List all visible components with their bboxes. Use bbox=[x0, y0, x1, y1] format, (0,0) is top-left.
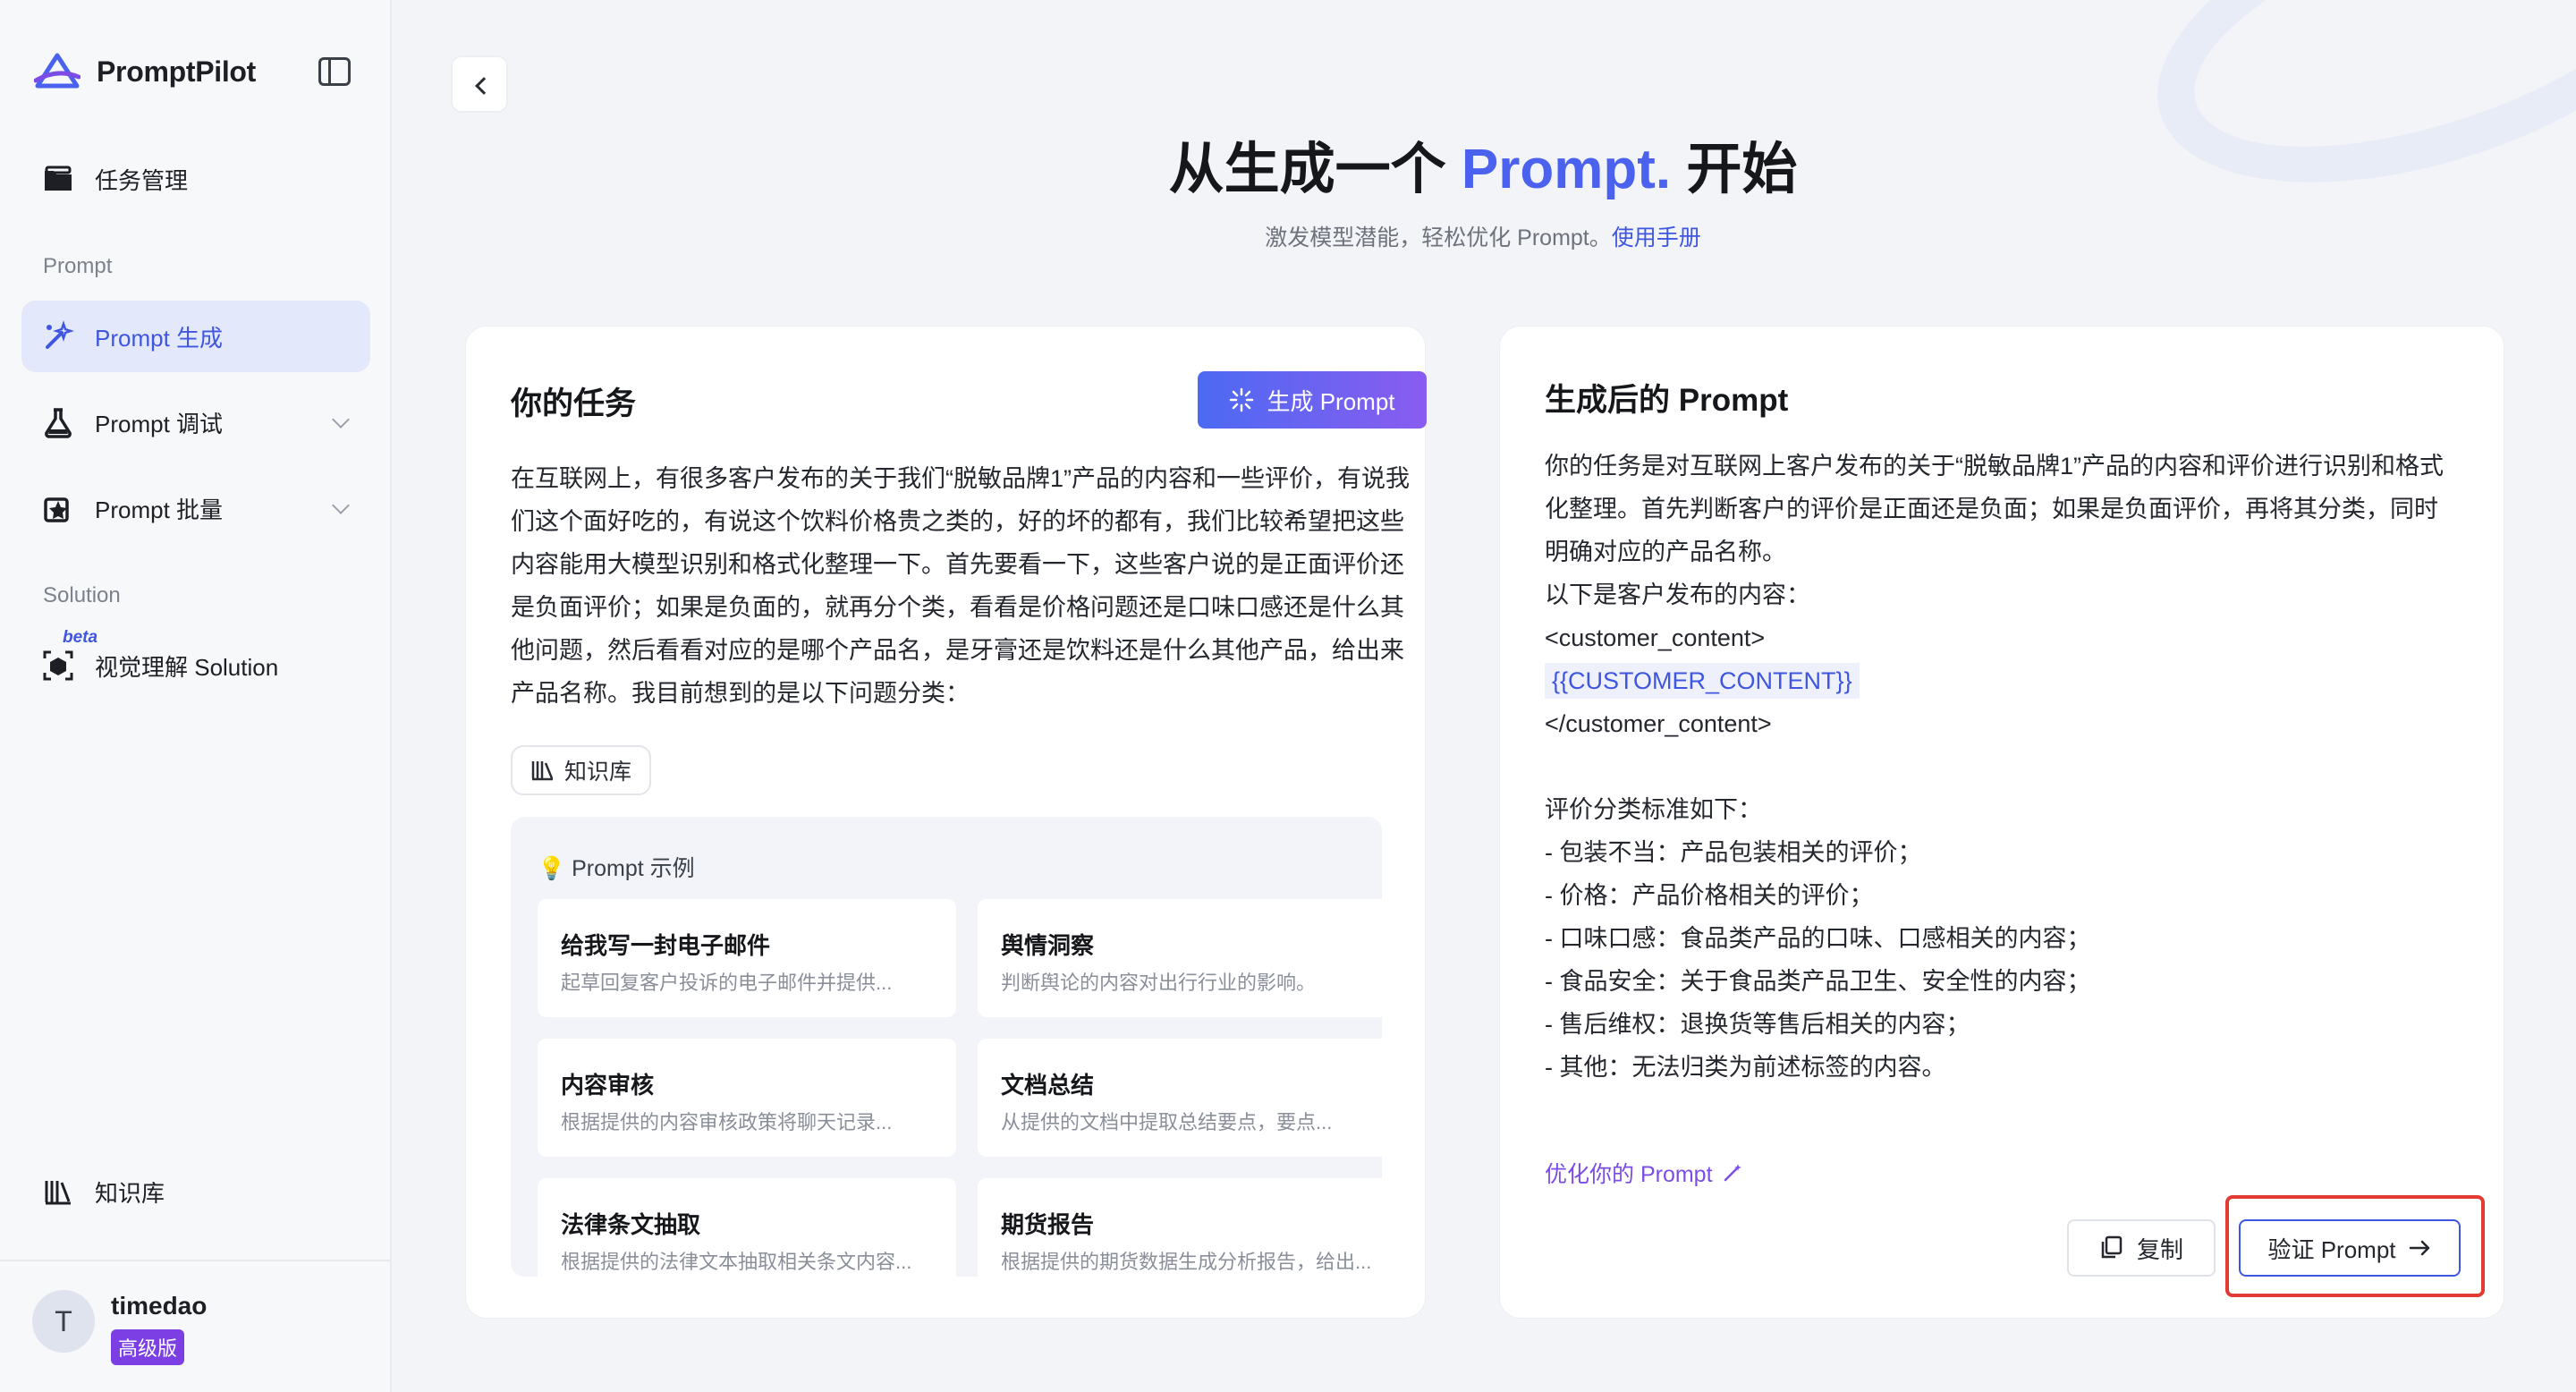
section-label-solution: Solution bbox=[43, 583, 121, 607]
sidebar-item-label: Prompt 批量 bbox=[95, 496, 224, 523]
user-profile[interactable]: T timedao 高级版 bbox=[0, 1260, 390, 1392]
page-title: 从生成一个 Prompt. 开始 bbox=[1168, 139, 1798, 200]
avatar[interactable]: T bbox=[32, 1290, 95, 1353]
page-subtitle: 激发模型潜能，轻松优化 Prompt。使用手册 bbox=[1265, 225, 1701, 250]
sidebar-item-label: Prompt 调试 bbox=[95, 410, 224, 437]
scan-cube-icon bbox=[41, 649, 75, 683]
copy-button[interactable]: 复制 bbox=[2067, 1219, 2216, 1277]
generate-prompt-button[interactable]: 生成 Prompt bbox=[1198, 371, 1427, 429]
prompt-examples: 💡 Prompt 示例 给我写一封电子邮件 起草回复客户投诉的电子邮件并提供..… bbox=[511, 817, 1382, 1277]
sidebar-item-prompt-debug[interactable]: Prompt 调试 bbox=[21, 386, 370, 458]
promptpilot-logo-icon bbox=[34, 53, 80, 89]
brand[interactable]: PromptPilot bbox=[34, 50, 256, 93]
sidebar-item-visual-solution[interactable]: 视觉理解 Solution bbox=[21, 630, 370, 701]
sidebar-collapse-icon[interactable] bbox=[318, 57, 351, 86]
sidebar-item-prompt-generate[interactable]: Prompt 生成 bbox=[21, 301, 370, 372]
example-card[interactable]: 文档总结 从提供的文档中提取总结要点，要点... bbox=[978, 1039, 1382, 1157]
user-manual-link[interactable]: 使用手册 bbox=[1612, 225, 1701, 250]
knowledge-base-button[interactable]: 知识库 bbox=[511, 745, 652, 795]
sparkle-wand-icon bbox=[41, 319, 75, 353]
chevron-down-icon bbox=[332, 411, 350, 429]
library-icon bbox=[41, 1175, 75, 1209]
example-card[interactable]: 期货报告 根据提供的期货数据生成分析报告，给出... bbox=[978, 1178, 1382, 1277]
examples-title: 💡 Prompt 示例 bbox=[538, 856, 695, 881]
decorative-ring bbox=[2119, 0, 2576, 243]
library-icon bbox=[531, 761, 554, 781]
example-card[interactable]: 内容审核 根据提供的内容审核政策将聊天记录... bbox=[538, 1039, 956, 1157]
variable-tag: {{CUSTOMER_CONTENT}} bbox=[1545, 663, 1860, 699]
section-label-prompt: Prompt bbox=[43, 254, 113, 278]
back-button[interactable] bbox=[451, 55, 508, 113]
optimize-prompt-link[interactable]: 优化你的 Prompt bbox=[1545, 1157, 1743, 1189]
plan-badge: 高级版 bbox=[111, 1329, 185, 1365]
sidebar-item-label: 视觉理解 Solution bbox=[95, 653, 279, 681]
task-input[interactable]: 在互联网上，有很多客户发布的关于我们“脱敏品牌1”产品的内容和一些评价，有说我们… bbox=[511, 457, 1414, 715]
example-card[interactable]: 法律条文抽取 根据提供的法律文本抽取相关条文内容... bbox=[538, 1178, 956, 1277]
generated-prompt[interactable]: 你的任务是对互联网上客户发布的关于“脱敏品牌1”产品的内容和评价进行识别和格式化… bbox=[1545, 445, 2457, 1089]
sidebar-item-prompt-batch[interactable]: Prompt 批量 bbox=[21, 472, 370, 544]
annotation-highlight-box bbox=[2225, 1195, 2485, 1297]
sidebar-item-label: 知识库 bbox=[95, 1179, 165, 1207]
sidebar: PromptPilot 任务管理 Prompt Prompt 生成 Prompt… bbox=[0, 0, 392, 1392]
sidebar-item-knowledge-base[interactable]: 知识库 bbox=[21, 1156, 370, 1227]
example-card[interactable]: 舆情洞察 判断舆论的内容对出行行业的影响。 bbox=[978, 899, 1382, 1017]
sparkle-icon bbox=[1230, 387, 1254, 412]
magic-wand-icon bbox=[1724, 1164, 1741, 1182]
task-panel-title: 你的任务 bbox=[511, 386, 637, 421]
user-name: timedao bbox=[111, 1292, 208, 1320]
app-name: PromptPilot bbox=[97, 55, 257, 88]
flask-icon bbox=[41, 405, 75, 439]
task-panel: 你的任务 生成 Prompt 在互联网上，有很多客户发布的关于我们“脱敏品牌1”… bbox=[465, 326, 1427, 1319]
chevron-down-icon bbox=[332, 497, 350, 514]
result-panel: 生成后的 Prompt 你的任务是对互联网上客户发布的关于“脱敏品牌1”产品的内… bbox=[1499, 326, 2504, 1319]
copy-icon bbox=[2101, 1235, 2123, 1259]
result-panel-title: 生成后的 Prompt bbox=[1545, 383, 1789, 418]
sidebar-item-label: Prompt 生成 bbox=[95, 324, 224, 352]
example-card[interactable]: 给我写一封电子邮件 起草回复客户投诉的电子邮件并提供... bbox=[538, 899, 956, 1017]
lightbulb-icon: 💡 bbox=[538, 856, 566, 881]
batch-star-icon bbox=[41, 491, 75, 525]
